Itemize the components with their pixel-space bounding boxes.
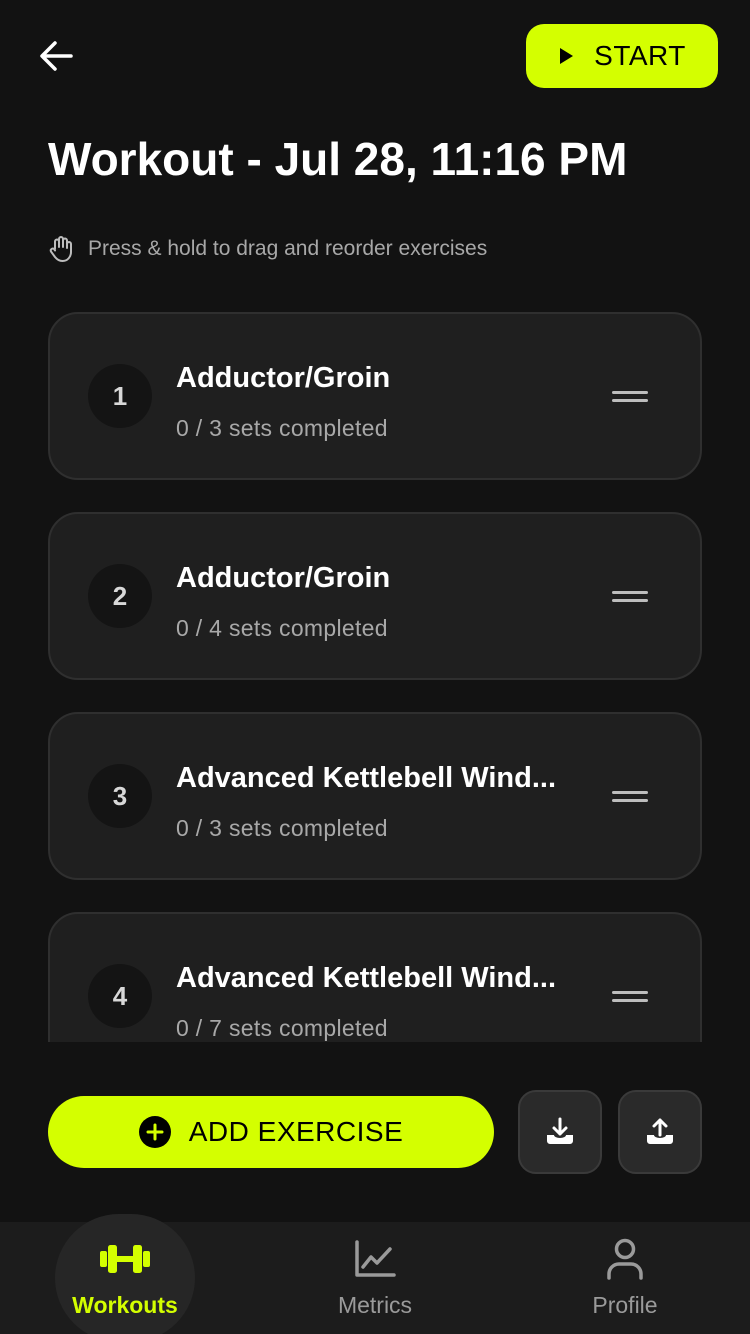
exercise-name: Adductor/Groin [176,362,391,394]
import-button[interactable] [518,1090,602,1174]
exercise-number: 2 [88,564,152,628]
add-exercise-label: ADD EXERCISE [188,1116,404,1147]
dumbbell-icon [99,1238,151,1280]
nav-label-profile: Profile [592,1292,658,1318]
exercise-name: Advanced Kettlebell Wind... [176,762,557,794]
start-button-label: START [594,40,686,71]
play-icon [558,47,574,65]
exercise-card[interactable]: 4 Advanced Kettlebell Wind... 0 / 7 sets… [48,912,702,1042]
nav-item-profile[interactable]: Profile [500,1222,750,1334]
drag-handle-icon[interactable] [612,584,648,608]
start-button[interactable]: START [526,24,718,88]
exercise-sets-progress: 0 / 3 sets completed [176,415,388,441]
nav-item-metrics[interactable]: Metrics [250,1222,500,1334]
drag-handle-icon[interactable] [612,384,648,408]
exercise-name: Adductor/Groin [176,562,391,594]
arrow-left-icon [40,41,73,71]
exercise-card[interactable]: 3 Advanced Kettlebell Wind... 0 / 3 sets… [48,712,702,880]
exercise-number: 3 [88,764,152,828]
reorder-hint: Press & hold to drag and reorder exercis… [48,232,487,266]
exercise-sets-progress: 0 / 3 sets completed [176,815,388,841]
exercise-list[interactable]: 1 Adductor/Groin 0 / 3 sets completed 2 … [0,312,750,1042]
exercise-card[interactable]: 1 Adductor/Groin 0 / 3 sets completed [48,312,702,480]
add-exercise-button[interactable]: ADD EXERCISE [48,1096,494,1168]
plus-circle-icon [138,1116,171,1148]
chart-line-icon [354,1238,396,1280]
nav-label-workouts: Workouts [72,1292,178,1318]
drag-handle-icon[interactable] [612,784,648,808]
exercise-number: 4 [88,964,152,1028]
person-icon [605,1238,645,1280]
exercise-sets-progress: 0 / 4 sets completed [176,615,388,641]
back-button[interactable] [30,32,82,80]
bottom-navigation: Workouts Metrics Profile [0,1214,750,1334]
nav-label-metrics: Metrics [337,1292,413,1318]
exercise-card[interactable]: 2 Adductor/Groin 0 / 4 sets completed [48,512,702,680]
page-title: Workout - Jul 28, 11:16 PM [48,133,628,185]
drag-handle-icon[interactable] [612,984,648,1008]
upload-icon [647,1118,673,1144]
header: START [0,0,750,110]
hint-text: Press & hold to drag and reorder exercis… [88,237,488,260]
exercise-number: 1 [88,364,152,428]
hand-icon [48,235,74,263]
exercise-name: Advanced Kettlebell Wind... [176,962,557,994]
download-icon [547,1117,573,1144]
export-button[interactable] [618,1090,702,1174]
exercise-sets-progress: 0 / 7 sets completed [176,1015,388,1041]
nav-item-workouts[interactable]: Workouts [0,1222,250,1334]
